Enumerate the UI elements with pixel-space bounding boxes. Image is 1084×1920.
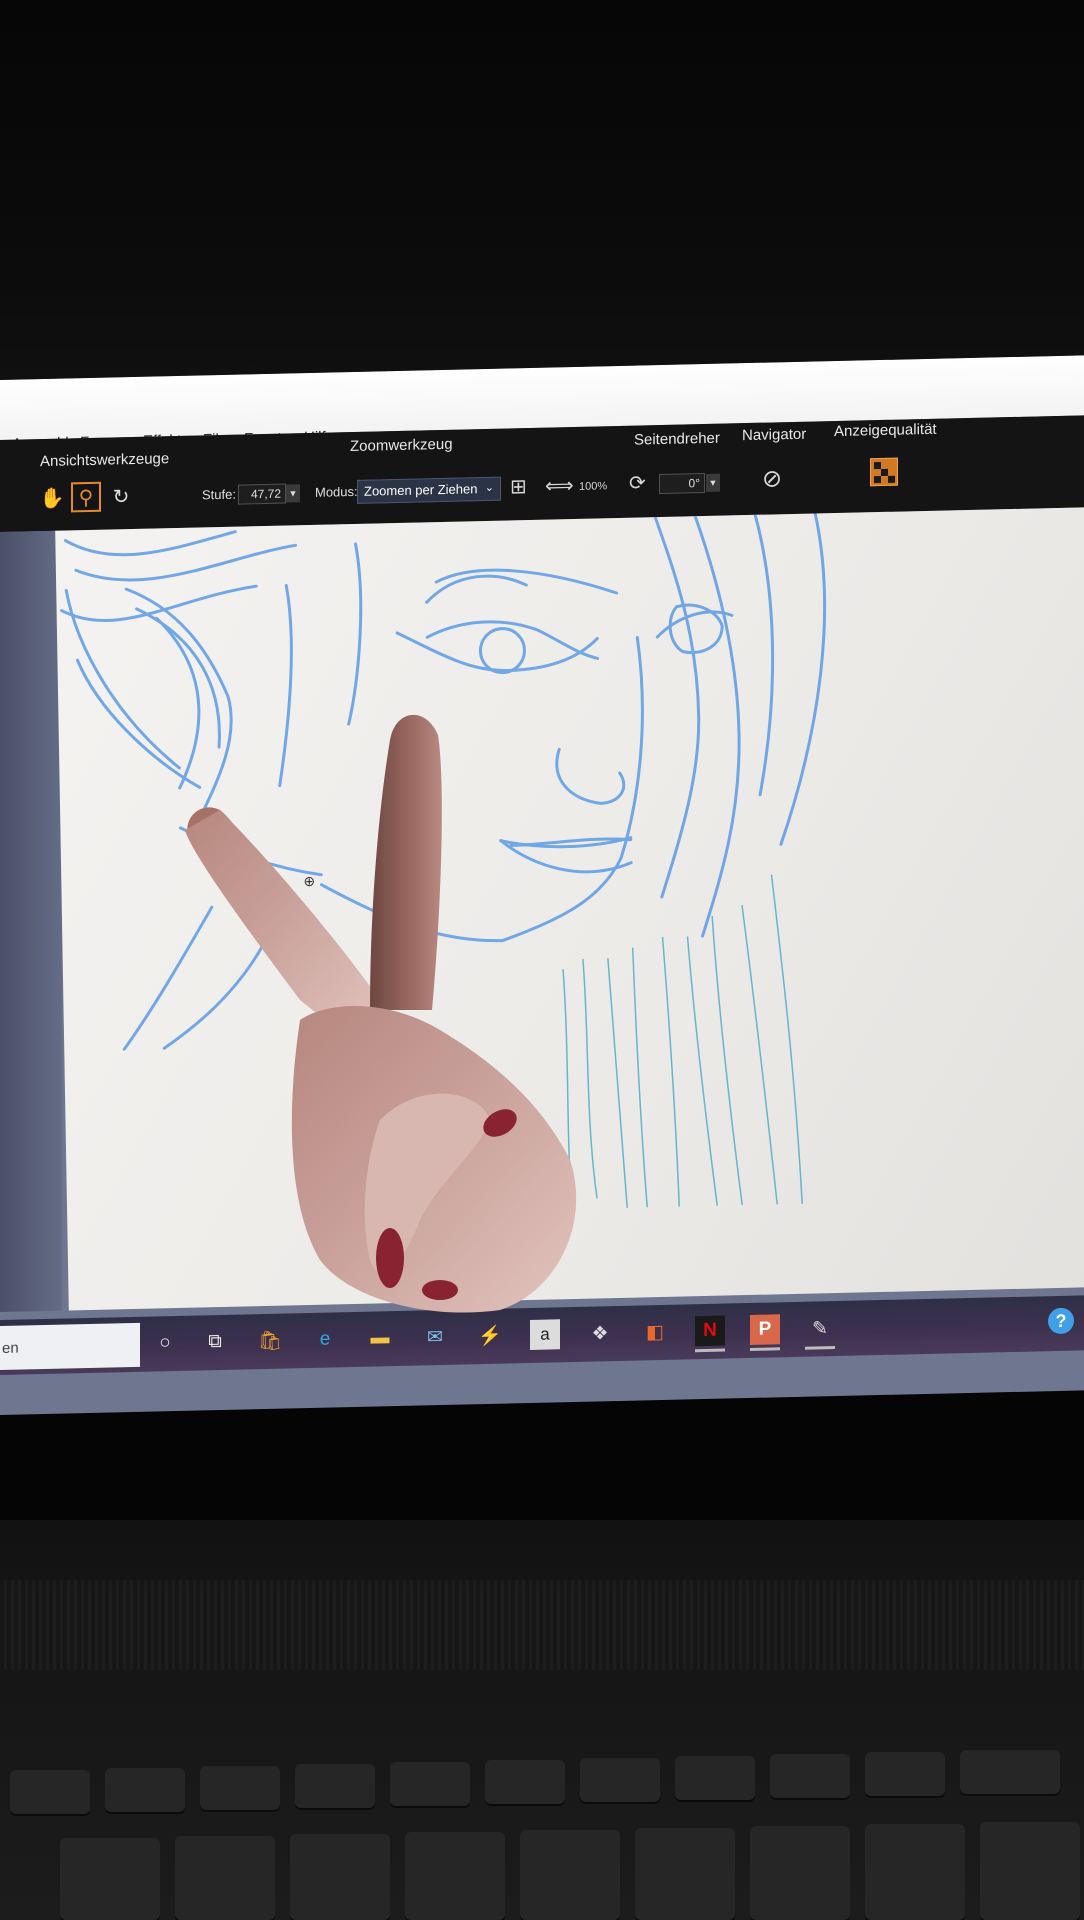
- display-quality-title: Anzeigequalität: [834, 420, 937, 441]
- keyboard-key: [10, 1770, 90, 1814]
- keyboard-key: [200, 1766, 280, 1810]
- face-sketch-drawing: [60, 512, 827, 1210]
- keyboard-key: [485, 1760, 565, 1804]
- zoom-tool-icon[interactable]: ⚲: [71, 481, 101, 513]
- monitor-bezel-top: [0, 0, 1084, 405]
- store-icon[interactable]: 🛍: [255, 1326, 285, 1357]
- keyboard-key: [580, 1758, 660, 1802]
- task-view-icon[interactable]: ⧉: [200, 1327, 230, 1358]
- keyboard-key: [770, 1754, 850, 1798]
- zoom-100-button[interactable]: 100%: [579, 480, 607, 493]
- amazon-icon[interactable]: a: [530, 1319, 560, 1350]
- compass-icon[interactable]: ⊘: [762, 464, 782, 493]
- zoom-mode-value: Zoomen per Ziehen: [364, 481, 478, 499]
- display-quality-icon[interactable]: [870, 457, 898, 487]
- cortana-icon[interactable]: ○: [150, 1328, 180, 1359]
- presentation-icon[interactable]: P: [750, 1314, 780, 1351]
- navigator-title: Navigator: [742, 425, 807, 445]
- zoom-tool-title: Zoomwerkzeug: [350, 435, 453, 456]
- keyboard-key: [960, 1750, 1060, 1794]
- keyboard-key: [105, 1768, 185, 1812]
- office-icon[interactable]: ◧: [640, 1317, 670, 1348]
- zoom-level-label: Stufe:: [202, 486, 236, 503]
- keyboard-key: [980, 1822, 1080, 1920]
- help-icon[interactable]: ?: [1048, 1307, 1074, 1335]
- fit-width-icon[interactable]: ⟺: [545, 473, 574, 499]
- keyboard-key: [865, 1824, 965, 1920]
- chevron-down-icon: ⌄: [484, 481, 494, 494]
- keyboard-key: [60, 1838, 160, 1920]
- application-screen: Auswahl Formen Effekte Film Fenster Hilf…: [0, 355, 1084, 1415]
- keyboard-key: [675, 1756, 755, 1800]
- hand-tool-icon[interactable]: ✋: [37, 482, 67, 513]
- zoom-cursor-icon: ⊕: [303, 872, 316, 890]
- rotate-title: Seitendreher: [634, 429, 720, 449]
- side-panel: [0, 530, 62, 1312]
- taskbar-search-box[interactable]: en: [0, 1322, 140, 1370]
- mail-icon[interactable]: ✉: [420, 1322, 450, 1353]
- keyboard-key: [865, 1752, 945, 1796]
- speaker-grille: [0, 1580, 1084, 1670]
- fit-to-window-icon[interactable]: ⊞: [510, 474, 527, 499]
- keyboard-key: [290, 1834, 390, 1920]
- keyboard-key: [390, 1762, 470, 1806]
- rotate-angle-dropdown-icon[interactable]: ▼: [706, 473, 720, 492]
- laptop-keyboard: [0, 1520, 1084, 1920]
- keyboard-key: [635, 1828, 735, 1920]
- dropbox-icon[interactable]: ❖: [585, 1318, 615, 1349]
- zoom-level-dropdown-icon[interactable]: ▼: [286, 484, 300, 503]
- lightning-app-icon[interactable]: ⚡: [475, 1321, 505, 1352]
- zoom-mode-select[interactable]: Zoomen per Ziehen ⌄: [357, 476, 501, 504]
- netflix-icon[interactable]: N: [695, 1315, 725, 1353]
- zoom-level-field[interactable]: 47,72: [238, 483, 286, 505]
- rotate-reset-icon[interactable]: ⟳: [629, 470, 646, 495]
- drawing-app-icon[interactable]: ✎: [805, 1313, 835, 1350]
- file-explorer-icon[interactable]: ▬: [365, 1323, 395, 1354]
- edge-icon[interactable]: e: [310, 1324, 340, 1355]
- keyboard-key: [405, 1832, 505, 1920]
- rotate-angle-field[interactable]: 0°: [659, 473, 705, 495]
- rotate-view-icon[interactable]: ↻: [106, 481, 136, 512]
- zoom-mode-label: Modus:: [315, 483, 358, 500]
- keyboard-key: [750, 1826, 850, 1920]
- keyboard-key: [295, 1764, 375, 1808]
- keyboard-key: [175, 1836, 275, 1920]
- keyboard-key: [520, 1830, 620, 1920]
- drawing-canvas[interactable]: ⊕: [55, 507, 1084, 1311]
- view-tools-title: Ansichtswerkzeuge: [40, 450, 170, 471]
